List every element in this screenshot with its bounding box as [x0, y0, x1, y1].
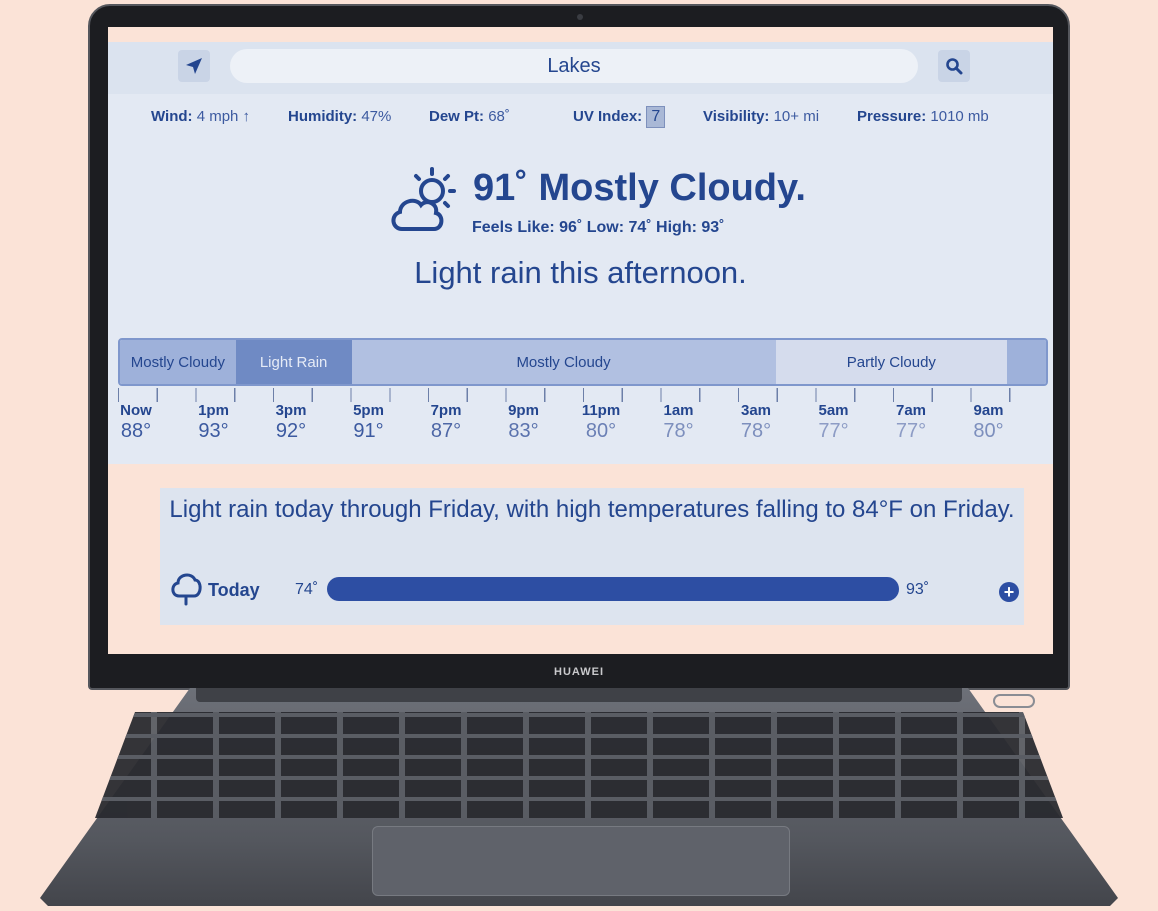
hour-column: 9pm 83° — [494, 402, 554, 443]
hour-label: 7pm — [430, 402, 462, 419]
hour-column: 1am 78° — [649, 402, 709, 443]
stat-wind: Wind: 4 mph ↑ — [151, 108, 250, 125]
stat-value: 47% — [361, 108, 392, 125]
stat-dew-point: Dew Pt: 68˚ — [429, 108, 510, 125]
location-button[interactable] — [178, 50, 210, 82]
stat-uv-index: UV Index: 7 — [573, 106, 666, 128]
hour-label: 11pm — [581, 402, 621, 419]
stat-pressure: Pressure: 1010 mb — [857, 108, 989, 125]
hour-column: 9am 80° — [959, 402, 1019, 443]
screen: Wind: 4 mph ↑ Humidity: 47% Dew Pt: 68˚ … — [108, 27, 1053, 654]
hour-column: Now 88° — [108, 402, 166, 443]
search-input[interactable] — [230, 49, 918, 83]
hour-label: 3am — [740, 402, 772, 419]
stat-label: Visibility: — [703, 108, 770, 125]
hour-column: 7pm 87° — [416, 402, 476, 443]
keyboard-rows — [95, 712, 1063, 818]
stat-value: 4 mph ↑ — [196, 108, 251, 125]
short-summary: Light rain this afternoon. — [414, 255, 747, 290]
week-summary: Light rain today through Friday, with hi… — [169, 496, 1015, 523]
stat-humidity: Humidity: 47% — [288, 108, 391, 125]
hour-column: 7am 77° — [881, 402, 941, 443]
day-high-temp: 93˚ — [906, 581, 930, 598]
uv-index-badge: 7 — [646, 106, 666, 128]
timeline-segment: Partly Cloudy — [775, 340, 1008, 384]
hour-temp: 91° — [353, 420, 384, 442]
feels-like-line: Feels Like: 96˚ Low: 74˚ High: 93˚ — [472, 219, 725, 236]
expand-day-button[interactable]: + — [999, 582, 1019, 602]
hour-label: 1am — [663, 402, 694, 419]
day-name: Today — [208, 580, 260, 600]
stat-label: Humidity: — [288, 108, 358, 125]
hour-temp: 77° — [818, 420, 849, 442]
top-bar — [108, 42, 1053, 94]
timeline-segment: Mostly Cloudy — [351, 340, 776, 384]
hour-temp: 80° — [973, 420, 1004, 442]
timeline-segment — [1007, 340, 1046, 384]
hour-temp: 77° — [895, 420, 927, 442]
hour-label: 7am — [895, 402, 927, 419]
search-icon — [946, 58, 963, 75]
hour-temp: 78° — [740, 420, 772, 442]
timeline-ticks — [118, 388, 1048, 402]
current-headline: 91˚ Mostly Cloudy. — [473, 167, 806, 209]
power-button — [993, 694, 1035, 708]
hour-label: 3pm — [275, 402, 307, 419]
brand-logo: HUAWEI — [554, 666, 604, 678]
hour-temp: 92° — [275, 420, 307, 442]
hour-temp: 88° — [120, 420, 152, 442]
stat-visibility: Visibility: 10+ mi — [703, 108, 819, 125]
touchpad — [372, 826, 790, 896]
hour-label: 5am — [818, 402, 849, 419]
condition-timeline[interactable]: Mostly Cloudy Light Rain Mostly Cloudy Part… — [118, 338, 1048, 386]
stat-value: 68˚ — [488, 108, 510, 125]
timeline-segment: Light Rain — [235, 340, 352, 384]
hour-column: 1pm 93° — [184, 402, 244, 443]
daily-forecast-panel: Light rain today through Friday, with hi… — [160, 488, 1024, 625]
hinge — [196, 688, 962, 702]
hour-label: Now — [120, 402, 152, 419]
stat-label: Wind: — [151, 108, 193, 125]
hour-temp: 80° — [585, 420, 617, 442]
stat-value: 10+ mi — [773, 108, 820, 125]
hour-column: 3pm 92° — [261, 402, 321, 443]
rain-cloud-icon — [171, 573, 202, 606]
hour-column: 5am 77° — [804, 402, 864, 443]
conditions-bar: Wind: 4 mph ↑ Humidity: 47% Dew Pt: 68˚ … — [108, 94, 1053, 140]
stat-label: Dew Pt: — [429, 108, 485, 125]
timeline-segment: Mostly Cloudy — [120, 340, 236, 384]
hour-label: 5pm — [353, 402, 384, 419]
hour-temp: 87° — [430, 420, 462, 442]
partly-cloudy-sun-icon — [391, 167, 456, 231]
temperature-range-bar — [327, 577, 899, 601]
hour-label: 1pm — [198, 402, 229, 419]
location-arrow-icon — [186, 58, 202, 74]
day-low-temp: 74˚ — [295, 581, 319, 598]
hour-temp: 78° — [663, 420, 694, 442]
hour-label: 9pm — [508, 402, 539, 419]
stat-label: Pressure: — [857, 108, 927, 125]
temperature-range-fill — [327, 577, 899, 601]
webcam — [577, 14, 583, 20]
hour-temp: 93° — [198, 420, 229, 442]
search-button[interactable] — [938, 50, 970, 82]
hour-column: 11pm 80° — [571, 402, 631, 443]
hour-temp: 83° — [508, 420, 539, 442]
stat-value: 1010 mb — [930, 108, 989, 125]
hour-column: 5pm 91° — [339, 402, 399, 443]
stat-label: UV Index: — [573, 108, 643, 125]
hour-label: 9am — [973, 402, 1004, 419]
hour-column: 3am 78° — [726, 402, 786, 443]
